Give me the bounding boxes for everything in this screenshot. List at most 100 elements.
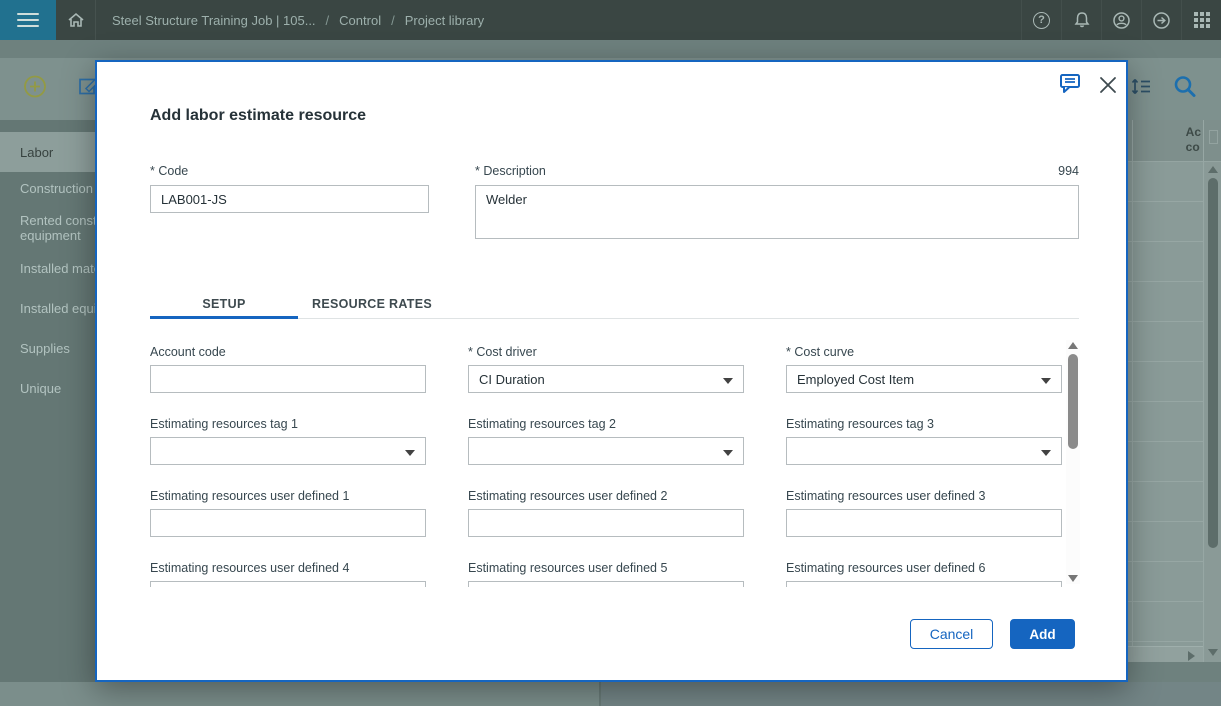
- cost-driver-select[interactable]: CI Duration: [468, 365, 744, 393]
- bell-icon: [1074, 12, 1089, 28]
- help-button[interactable]: ?: [1021, 0, 1061, 40]
- description-field-group: * Description 994 Welder: [475, 164, 1079, 244]
- form-scrollbar[interactable]: [1066, 340, 1080, 584]
- apps-menu-button[interactable]: [1181, 0, 1221, 40]
- tag3-label: Estimating resources tag 3: [786, 417, 934, 431]
- user-defined-3-input[interactable]: [786, 509, 1062, 537]
- chevron-down-icon: [723, 378, 733, 384]
- row-height-icon: [1131, 78, 1150, 95]
- status-strip: [0, 682, 1221, 706]
- sidebar-item-labor[interactable]: Labor: [0, 132, 95, 172]
- dialog-header-actions: [1056, 72, 1118, 98]
- user-defined-2-input[interactable]: [468, 509, 744, 537]
- account-code-field-group: Account code: [150, 345, 426, 393]
- scroll-down-icon: [1068, 575, 1078, 582]
- close-icon: [1100, 77, 1116, 93]
- tag2-select[interactable]: [468, 437, 744, 465]
- notifications-button[interactable]: [1061, 0, 1101, 40]
- resource-type-sidebar: Labor Construction e Rented constr equip…: [0, 120, 95, 682]
- setup-form: Account code * Cost driver CI Duration *…: [150, 332, 1062, 587]
- table-vertical-scrollbar[interactable]: [1205, 162, 1221, 660]
- close-dialog-button[interactable]: [1098, 75, 1118, 95]
- user-defined-1-input[interactable]: [150, 509, 426, 537]
- breadcrumb-separator: /: [325, 12, 330, 28]
- topbar-actions: ?: [1021, 0, 1221, 40]
- account-button[interactable]: [1101, 0, 1141, 40]
- search-button[interactable]: [1172, 74, 1198, 105]
- description-label: * Description: [475, 164, 546, 178]
- scroll-right-icon: [1188, 651, 1195, 661]
- cost-curve-value: Employed Cost Item: [797, 371, 915, 387]
- tag1-label: Estimating resources tag 1: [150, 417, 298, 431]
- sidebar-item-supplies[interactable]: Supplies: [0, 328, 95, 368]
- cancel-button[interactable]: Cancel: [910, 619, 993, 649]
- tag1-select[interactable]: [150, 437, 426, 465]
- user-defined-5-field-group: Estimating resources user defined 5: [468, 561, 744, 587]
- add-button[interactable]: Add: [1010, 619, 1075, 649]
- user-defined-1-label: Estimating resources user defined 1: [150, 489, 350, 503]
- tag2-label: Estimating resources tag 2: [468, 417, 616, 431]
- hamburger-icon: [17, 13, 39, 27]
- description-input[interactable]: Welder: [475, 185, 1079, 239]
- sidebar-item-unique[interactable]: Unique: [0, 368, 95, 408]
- sidebar-item-installed-materials[interactable]: Installed mate: [0, 248, 95, 288]
- cost-driver-field-group: * Cost driver CI Duration: [468, 345, 744, 393]
- account-code-label: Account code: [150, 345, 226, 359]
- page-header-band: [0, 40, 1221, 58]
- user-defined-1-field-group: Estimating resources user defined 1: [150, 489, 426, 537]
- breadcrumb: Steel Structure Training Job | 105... / …: [96, 0, 484, 40]
- user-defined-4-field-group: Estimating resources user defined 4: [150, 561, 426, 587]
- breadcrumb-page[interactable]: Project library: [405, 13, 484, 28]
- user-defined-4-input[interactable]: [150, 581, 426, 587]
- home-button[interactable]: [56, 0, 96, 40]
- scroll-thumb: [1068, 354, 1078, 449]
- cost-curve-select[interactable]: Employed Cost Item: [786, 365, 1062, 393]
- add-labor-estimate-resource-dialog: Add labor estimate resource * Code * Des…: [95, 60, 1128, 682]
- dialog-tabs: SETUP RESOURCE RATES: [150, 290, 1079, 319]
- tab-setup[interactable]: SETUP: [150, 290, 298, 319]
- cost-driver-label: * Cost driver: [468, 345, 537, 359]
- user-defined-4-label: Estimating resources user defined 4: [150, 561, 350, 575]
- sign-out-icon: [1153, 11, 1170, 29]
- cost-curve-label: * Cost curve: [786, 345, 855, 359]
- status-strip-right: [601, 682, 1221, 706]
- row-height-button[interactable]: [1130, 77, 1152, 102]
- hamburger-menu-button[interactable]: [0, 0, 56, 40]
- add-row-button[interactable]: [23, 75, 47, 104]
- code-label: * Code: [150, 164, 189, 178]
- comment-icon: [1060, 74, 1080, 93]
- sidebar-item-installed-equipment[interactable]: Installed equi: [0, 288, 95, 328]
- comments-button[interactable]: [1056, 72, 1084, 98]
- sign-out-button[interactable]: [1141, 0, 1181, 40]
- app-root: Steel Structure Training Job | 105... / …: [0, 0, 1221, 706]
- account-code-input[interactable]: [150, 365, 426, 393]
- user-defined-3-field-group: Estimating resources user defined 3: [786, 489, 1062, 537]
- breadcrumb-section[interactable]: Control: [339, 13, 381, 28]
- column-freeze-icon[interactable]: [1209, 130, 1218, 144]
- user-defined-5-input[interactable]: [468, 581, 744, 587]
- tag3-select[interactable]: [786, 437, 1062, 465]
- tag3-field-group: Estimating resources tag 3: [786, 417, 1062, 465]
- user-defined-6-input[interactable]: [786, 581, 1062, 587]
- code-field-group: * Code: [150, 164, 429, 213]
- help-icon: ?: [1033, 11, 1050, 29]
- scroll-up-icon: [1208, 166, 1218, 173]
- user-defined-6-field-group: Estimating resources user defined 6: [786, 561, 1062, 587]
- account-code-column-header[interactable]: Ac co: [1186, 125, 1201, 155]
- dialog-actions: Cancel Add: [910, 619, 1075, 649]
- user-defined-5-label: Estimating resources user defined 5: [468, 561, 668, 575]
- tag2-field-group: Estimating resources tag 2: [468, 417, 744, 465]
- cost-curve-field-group: * Cost curve Employed Cost Item: [786, 345, 1062, 393]
- tab-resource-rates[interactable]: RESOURCE RATES: [298, 290, 446, 318]
- sidebar-item-construction-equipment[interactable]: Construction e: [0, 168, 95, 208]
- chevron-down-icon: [1041, 450, 1051, 456]
- code-input[interactable]: [150, 185, 429, 213]
- top-nav-bar: Steel Structure Training Job | 105... / …: [0, 0, 1221, 40]
- sidebar-item-rented-construction-equipment[interactable]: Rented constr equipment: [0, 208, 95, 248]
- description-char-counter: 994: [1058, 164, 1079, 178]
- user-defined-6-label: Estimating resources user defined 6: [786, 561, 986, 575]
- breadcrumb-project[interactable]: Steel Structure Training Job | 105...: [112, 13, 316, 28]
- search-icon: [1174, 76, 1196, 97]
- user-defined-2-label: Estimating resources user defined 2: [468, 489, 668, 503]
- dialog-title: Add labor estimate resource: [150, 107, 367, 124]
